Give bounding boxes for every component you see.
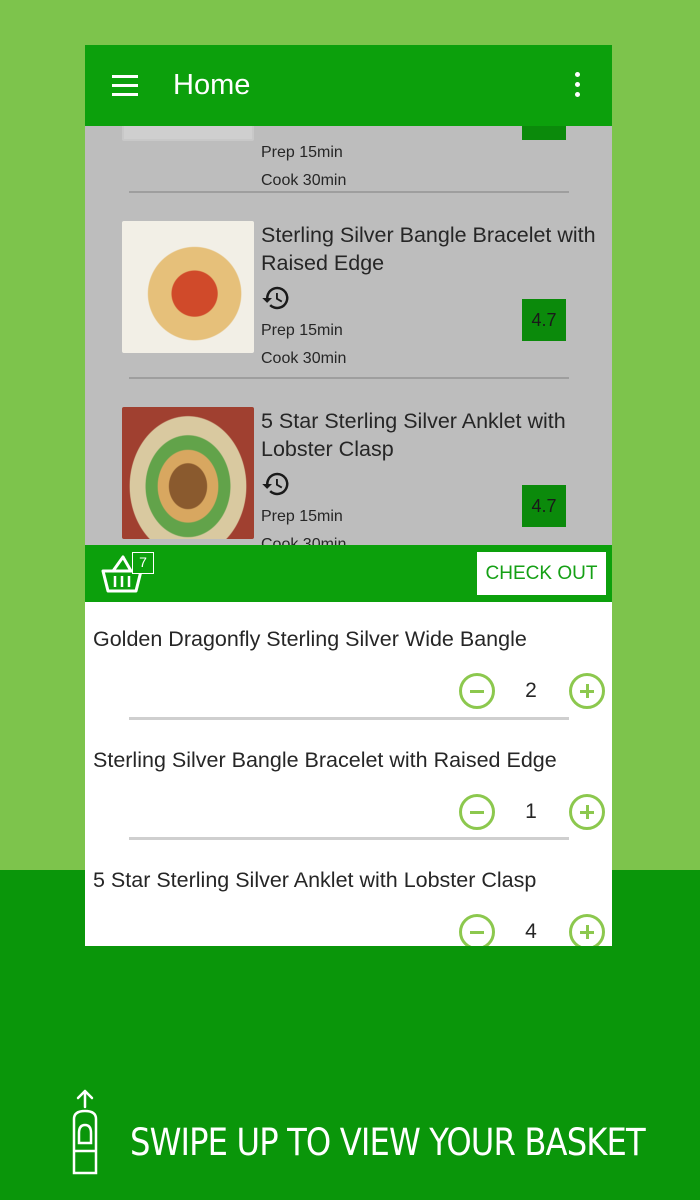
recipe-item[interactable]: Sterling Silver Bangle Bracelet with Rai…	[85, 221, 612, 381]
recipe-item[interactable]: Prep 15min Cook 30min	[85, 126, 612, 196]
basket-item-name: Sterling Silver Bangle Bracelet with Rai…	[93, 748, 557, 772]
recipe-item[interactable]: 5 Star Sterling Silver Anklet with Lobst…	[85, 407, 612, 546]
increase-quantity-button[interactable]	[569, 673, 605, 709]
swipe-up-finger-icon	[72, 1089, 98, 1175]
basket-item-name: 5 Star Sterling Silver Anklet with Lobst…	[93, 868, 537, 892]
recipe-thumbnail	[122, 221, 254, 353]
recipe-title: 5 Star Sterling Silver Anklet with Lobst…	[261, 409, 566, 461]
more-vert-icon-dot	[575, 82, 580, 87]
app-bar: Home	[85, 45, 612, 126]
basket-panel: 7 CHECK OUT Golden Dragonfly Sterling Si…	[85, 545, 612, 946]
basket-item: Sterling Silver Bangle Bracelet with Rai…	[85, 748, 612, 868]
checkout-button[interactable]: CHECK OUT	[477, 552, 606, 595]
basket-item: Golden Dragonfly Sterling Silver Wide Ba…	[85, 627, 612, 747]
recipe-list[interactable]: Prep 15min Cook 30min Sterling Silver Ba…	[85, 126, 612, 546]
basket-header: 7 CHECK OUT	[85, 545, 612, 602]
overflow-menu-button[interactable]	[567, 71, 587, 99]
swipe-hint-label: SWIPE UP TO VIEW YOUR BASKET	[130, 1121, 646, 1164]
rating-badge	[522, 126, 566, 140]
prep-time: Prep 15min	[261, 322, 343, 339]
basket-item: 5 Star Sterling Silver Anklet with Lobst…	[85, 868, 612, 946]
basket-divider	[129, 837, 569, 840]
decrease-quantity-button[interactable]	[459, 794, 495, 830]
rating-badge: 4.7	[522, 485, 566, 527]
phone-screen: Home Prep 15min Cook 30min Sterling Silv…	[85, 45, 612, 946]
cook-time: Cook 30min	[261, 350, 347, 367]
hamburger-icon-line	[112, 93, 138, 96]
hamburger-icon-line	[112, 84, 138, 87]
more-vert-icon-dot	[575, 92, 580, 97]
rating-badge: 4.7	[522, 299, 566, 341]
increase-quantity-button[interactable]	[569, 794, 605, 830]
quantity-value: 1	[525, 800, 537, 823]
list-divider	[129, 191, 569, 193]
decrease-quantity-button[interactable]	[459, 673, 495, 709]
more-vert-icon	[575, 72, 580, 77]
page-title: Home	[173, 69, 251, 101]
quantity-value: 4	[525, 920, 537, 943]
basket-item-name: Golden Dragonfly Sterling Silver Wide Ba…	[93, 627, 527, 651]
decrease-quantity-button[interactable]	[459, 914, 495, 946]
list-divider	[129, 377, 569, 379]
recipe-title: Sterling Silver Bangle Bracelet with Rai…	[261, 223, 596, 275]
quantity-value: 2	[525, 679, 537, 702]
hamburger-icon	[112, 75, 138, 78]
basket-divider	[129, 717, 569, 720]
history-icon	[262, 286, 289, 310]
history-icon	[262, 472, 289, 496]
cook-time: Cook 30min	[261, 172, 347, 189]
basket-count-badge: 7	[132, 552, 154, 574]
recipe-thumbnail	[122, 126, 254, 141]
menu-button[interactable]	[110, 73, 140, 99]
recipe-thumbnail	[122, 407, 254, 539]
prep-time: Prep 15min	[261, 144, 343, 161]
increase-quantity-button[interactable]	[569, 914, 605, 946]
prep-time: Prep 15min	[261, 508, 343, 525]
swipe-hint: SWIPE UP TO VIEW YOUR BASKET	[0, 1085, 700, 1180]
